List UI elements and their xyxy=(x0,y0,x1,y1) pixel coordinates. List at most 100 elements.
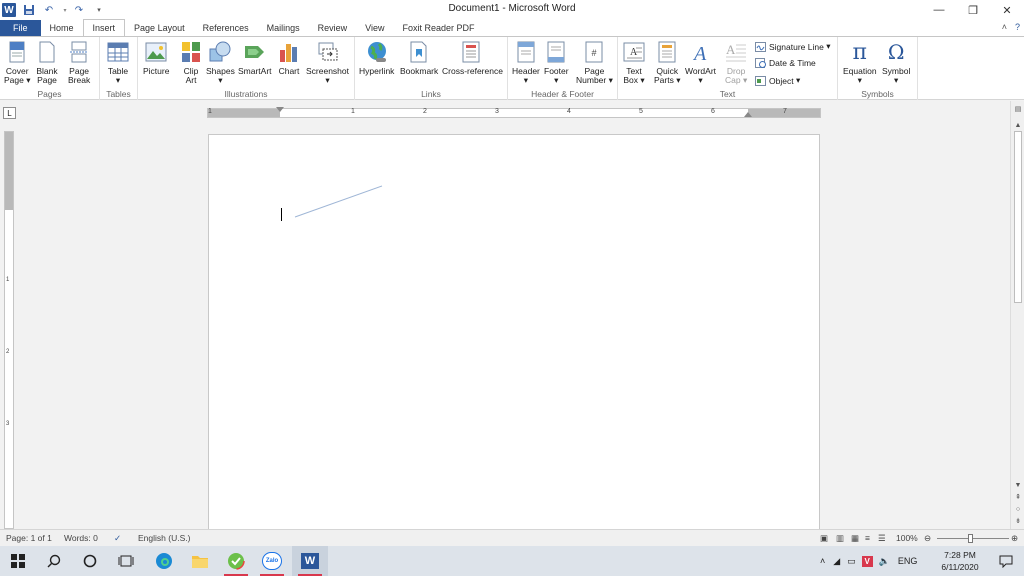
tab-selector-button[interactable]: L xyxy=(3,107,16,119)
minimize-ribbon-icon[interactable]: ˄ xyxy=(1002,22,1007,32)
next-page-icon[interactable]: ⇟ xyxy=(1011,515,1024,527)
network-icon[interactable]: ◢ xyxy=(833,556,840,567)
page-break-button[interactable]: Page Break xyxy=(68,39,90,85)
screenshot-button[interactable]: Screenshot ▾ xyxy=(306,39,349,85)
vertical-scrollbar[interactable]: ▤ ▲ ▼ ⇞ ○ ⇟ xyxy=(1010,101,1024,529)
tab-references[interactable]: References xyxy=(194,20,258,36)
picture-button[interactable]: Picture xyxy=(143,39,169,76)
system-clock[interactable]: 7:28 PM 6/11/2020 xyxy=(937,549,983,573)
right-indent-marker[interactable] xyxy=(744,112,752,117)
tab-insert[interactable]: Insert xyxy=(82,19,126,36)
customize-qat-icon[interactable]: ▾ xyxy=(92,3,106,17)
zoom-slider[interactable] xyxy=(937,538,1009,539)
header-button[interactable]: Header ▾ xyxy=(512,39,540,85)
zoom-level[interactable]: 100% xyxy=(896,533,918,543)
text-box-button[interactable]: A Text Box ▾ xyxy=(623,39,645,85)
task-view-icon[interactable] xyxy=(108,546,144,576)
outline-view-icon[interactable]: ≡ xyxy=(865,533,870,543)
hyperlink-button[interactable]: Hyperlink xyxy=(359,39,394,76)
wordart-icon: A xyxy=(690,39,712,65)
svg-text:A: A xyxy=(726,42,736,57)
date-time-button[interactable]: Date & Time xyxy=(755,58,816,68)
minimize-button[interactable]: — xyxy=(922,0,956,20)
show-hidden-icons-icon[interactable]: ˄ xyxy=(820,556,825,566)
undo-dropdown-icon[interactable]: ▾ xyxy=(62,3,68,17)
group-label-text: Text xyxy=(719,89,736,99)
text-cursor xyxy=(281,208,282,221)
vertical-ruler[interactable]: 1 2 3 xyxy=(4,131,14,529)
indent-marker[interactable] xyxy=(276,107,284,112)
page-number-button[interactable]: # Page Number ▾ xyxy=(576,39,613,85)
drawn-line[interactable] xyxy=(294,184,384,219)
ruler-toggle-icon[interactable]: ▤ xyxy=(1011,103,1024,115)
battery-icon[interactable]: ▭ xyxy=(847,556,856,567)
volume-icon[interactable]: 🔈 xyxy=(879,556,890,567)
signature-line-button[interactable]: Signature Line ▾ xyxy=(755,41,830,52)
help-icon[interactable]: ? xyxy=(1015,22,1020,32)
group-text: A Text Box ▾ Quick Parts ▾ A WordArt ▾ A… xyxy=(618,37,838,100)
word-app-icon[interactable]: W xyxy=(2,3,16,17)
web-layout-icon[interactable]: ▦ xyxy=(851,533,859,544)
group-symbols: π Equation ▾ Ω Symbol ▾ Symbols xyxy=(838,37,918,100)
document-area[interactable] xyxy=(16,123,1010,529)
cross-reference-button[interactable]: Cross-reference xyxy=(442,39,503,76)
tab-foxit-reader-pdf[interactable]: Foxit Reader PDF xyxy=(394,20,484,36)
footer-button[interactable]: Footer ▾ xyxy=(544,39,569,85)
chart-button[interactable]: Chart xyxy=(278,39,300,76)
select-browse-object-icon[interactable]: ○ xyxy=(1011,503,1024,515)
tab-home[interactable]: Home xyxy=(41,20,83,36)
blank-page-button[interactable]: Blank Page xyxy=(36,39,58,85)
tab-page-layout[interactable]: Page Layout xyxy=(125,20,194,36)
language-indicator[interactable]: English (U.S.) xyxy=(138,533,190,543)
redo-icon[interactable]: ↷ xyxy=(72,3,86,17)
scroll-down-icon[interactable]: ▼ xyxy=(1011,479,1024,491)
drop-cap-button[interactable]: A Drop Cap ▾ xyxy=(725,39,747,85)
word-count[interactable]: Words: 0 xyxy=(64,533,98,543)
cover-page-button[interactable]: Cover Page ▾ xyxy=(4,39,31,85)
proofing-icon[interactable]: ✓ xyxy=(114,533,121,544)
object-button[interactable]: Object ▾ xyxy=(755,75,800,86)
zoom-in-icon[interactable]: ⊕ xyxy=(1011,533,1018,544)
smartart-button[interactable]: SmartArt xyxy=(238,39,272,76)
word-taskbar-icon[interactable]: W xyxy=(292,546,328,576)
tab-review[interactable]: Review xyxy=(309,20,357,36)
green-app-icon[interactable] xyxy=(218,546,254,576)
cortana-icon[interactable] xyxy=(72,546,108,576)
input-language[interactable]: ENG xyxy=(898,556,918,566)
close-button[interactable]: ✕ xyxy=(990,0,1024,20)
action-center-icon[interactable] xyxy=(988,546,1024,576)
equation-button[interactable]: π Equation ▾ xyxy=(843,39,877,85)
document-page[interactable] xyxy=(208,134,820,529)
previous-page-icon[interactable]: ⇞ xyxy=(1011,491,1024,503)
page-count[interactable]: Page: 1 of 1 xyxy=(6,533,52,543)
zalo-icon[interactable]: Zalo xyxy=(254,546,290,576)
tab-file[interactable]: File xyxy=(0,20,41,36)
draft-view-icon[interactable]: ☰ xyxy=(878,533,886,544)
edge-browser-icon[interactable] xyxy=(146,546,182,576)
scroll-up-icon[interactable]: ▲ xyxy=(1011,119,1024,131)
antivirus-icon[interactable]: V xyxy=(861,555,873,567)
bookmark-button[interactable]: Bookmark xyxy=(400,39,438,76)
shapes-button[interactable]: Shapes ▾ xyxy=(206,39,235,85)
file-explorer-icon[interactable] xyxy=(182,546,218,576)
wordart-button[interactable]: A WordArt ▾ xyxy=(685,39,716,85)
undo-icon[interactable]: ↶ xyxy=(42,3,56,17)
full-screen-reading-icon[interactable]: ▥ xyxy=(836,533,844,544)
cover-page-icon xyxy=(6,39,28,65)
restore-button[interactable]: ❐ xyxy=(956,0,990,20)
quick-parts-button[interactable]: Quick Parts ▾ xyxy=(654,39,680,85)
tab-mailings[interactable]: Mailings xyxy=(258,20,309,36)
horizontal-ruler[interactable]: 1 1 2 3 4 5 6 7 xyxy=(207,107,821,118)
start-button[interactable] xyxy=(0,546,36,576)
scrollbar-thumb[interactable] xyxy=(1014,131,1022,303)
quick-parts-icon xyxy=(656,39,678,65)
symbol-button[interactable]: Ω Symbol ▾ xyxy=(882,39,910,85)
clip-art-button[interactable]: Clip Art xyxy=(180,39,202,85)
save-icon[interactable] xyxy=(22,3,36,17)
print-layout-view-icon[interactable]: ▣ xyxy=(820,533,828,544)
tab-view[interactable]: View xyxy=(356,20,393,36)
zoom-slider-thumb[interactable] xyxy=(968,534,973,543)
table-button[interactable]: Table ▾ xyxy=(107,39,129,85)
search-icon[interactable] xyxy=(36,546,72,576)
zoom-out-icon[interactable]: ⊖ xyxy=(924,533,931,544)
